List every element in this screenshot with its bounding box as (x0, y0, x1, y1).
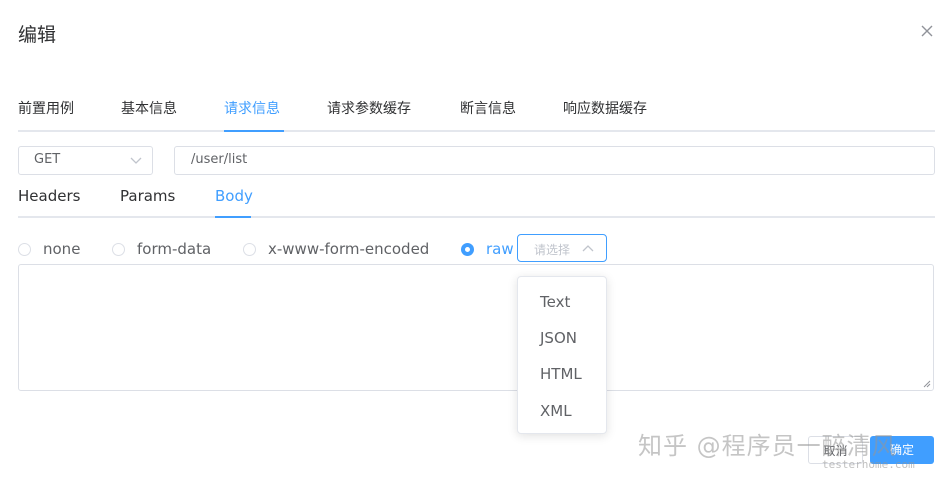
method-select[interactable]: GET (18, 146, 153, 175)
subtab-headers[interactable]: Headers (18, 187, 80, 205)
url-input[interactable]: /user/list (174, 146, 935, 175)
radio-form-data-label: form-data (137, 240, 212, 258)
format-option-xml[interactable]: XML (540, 402, 572, 420)
radio-raw[interactable]: raw (461, 240, 514, 258)
close-button[interactable] (916, 20, 938, 42)
subtab-body[interactable]: Body (215, 187, 253, 205)
watermark-site: testerhome.com (822, 458, 915, 471)
tab-preconditions[interactable]: 前置用例 (18, 98, 74, 118)
main-tabs: 前置用例 基本信息 请求信息 请求参数缓存 断言信息 响应数据缓存 (18, 92, 935, 132)
radio-checked-icon (461, 242, 474, 256)
resize-grip-icon[interactable] (923, 380, 931, 388)
format-option-json[interactable]: JSON (540, 329, 577, 347)
subtab-params[interactable]: Params (120, 187, 175, 205)
dialog-title: 编辑 (18, 24, 57, 46)
tab-response-data-cache[interactable]: 响应数据缓存 (563, 98, 647, 118)
radio-raw-label: raw (486, 240, 514, 258)
watermark: 知乎 @程序员一醉清风 (638, 432, 897, 460)
raw-format-dropdown: Text JSON HTML XML (517, 276, 607, 434)
chevron-up-icon (582, 245, 594, 252)
active-tab-indicator (224, 130, 284, 132)
tab-basic-info[interactable]: 基本信息 (121, 98, 177, 118)
radio-circle-icon (112, 242, 125, 256)
format-option-text[interactable]: Text (540, 293, 570, 311)
active-subtab-indicator (215, 216, 251, 218)
method-value: GET (34, 152, 61, 167)
raw-format-placeholder: 请选择 (534, 243, 571, 257)
radio-form-data[interactable]: form-data (112, 240, 211, 258)
radio-circle-icon (243, 242, 256, 256)
chevron-down-icon (130, 157, 142, 164)
body-textarea[interactable] (18, 264, 934, 391)
radio-circle-icon (18, 242, 31, 256)
close-icon (921, 25, 933, 37)
radio-none[interactable]: none (18, 240, 80, 258)
radio-none-label: none (43, 240, 81, 258)
url-value: /user/list (191, 152, 248, 167)
tab-request-info[interactable]: 请求信息 (224, 98, 280, 118)
format-option-html[interactable]: HTML (540, 365, 582, 383)
raw-format-select[interactable]: 请选择 (517, 234, 607, 262)
tab-request-param-cache[interactable]: 请求参数缓存 (327, 98, 411, 118)
request-subtabs: Headers Params Body (18, 180, 935, 218)
tab-assertions[interactable]: 断言信息 (460, 98, 516, 118)
radio-x-www-form-encoded[interactable]: x-www-form-encoded (243, 240, 429, 258)
radio-x-www-form-encoded-label: x-www-form-encoded (268, 240, 430, 258)
